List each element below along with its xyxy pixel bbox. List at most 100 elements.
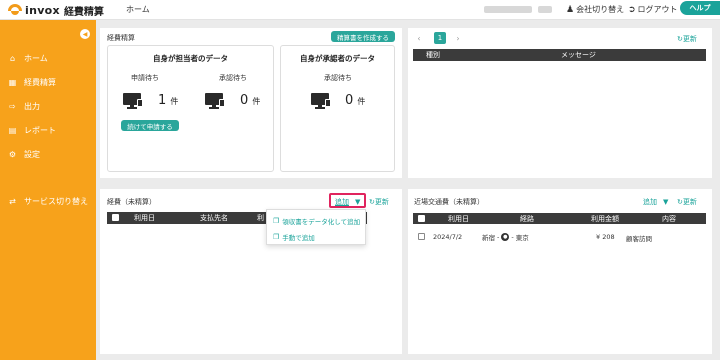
approver-data-card: 自身が承認者のデータ 承認待ち 0 件 bbox=[280, 45, 395, 172]
pending-count[interactable]: 1 件 bbox=[158, 93, 178, 108]
card-title: 自身が担当者のデータ bbox=[153, 54, 228, 63]
approver-approval-count[interactable]: 0 件 bbox=[345, 93, 365, 108]
route-separator: - bbox=[497, 233, 500, 241]
menu-item-label: 手動で追加 bbox=[282, 234, 315, 242]
approval-count-value: 0 bbox=[240, 93, 249, 108]
column-header: 種別 bbox=[426, 51, 440, 59]
sidebar-item-expense[interactable]: ▦ 経費精算 bbox=[8, 75, 56, 89]
logout-label: ログアウト bbox=[637, 5, 678, 14]
approval-count[interactable]: 0 件 bbox=[240, 93, 260, 108]
message-table-header: 種別 メッセージ bbox=[413, 49, 706, 61]
row-date: 2024/7/2 bbox=[433, 233, 463, 241]
route-from: 新宿 bbox=[482, 234, 495, 242]
product-name: 経費精算 bbox=[63, 6, 104, 18]
copy-icon: ❐ bbox=[273, 217, 280, 225]
sidebar-item-label: サービス切り替え bbox=[24, 196, 88, 206]
column-header: 利用日 bbox=[448, 214, 469, 223]
logout-icon: ➲ bbox=[628, 4, 636, 15]
current-page[interactable]: 1 bbox=[434, 32, 446, 44]
panel-title: 経費（未精算） bbox=[107, 198, 156, 206]
column-header: 利用金額 bbox=[591, 214, 619, 223]
approver-approval-count-unit: 件 bbox=[357, 97, 366, 106]
refresh-label: 更新 bbox=[682, 198, 697, 206]
pc-icon bbox=[123, 93, 143, 109]
pending-label: 申請待ち bbox=[131, 74, 159, 82]
sidebar-item-report[interactable]: ▤ レポート bbox=[8, 123, 56, 137]
switch-company-link[interactable]: ♟ 会社切り替え bbox=[566, 4, 624, 15]
row-route: 新宿 - ● - 東京 bbox=[482, 232, 529, 242]
add-menu: ❐ 領収書をデータ化して追加 ❐ 手動で追加 bbox=[266, 209, 366, 245]
row-content: 顧客訪問 bbox=[626, 235, 652, 243]
expense-summary-panel: 経費精算 精算書を作成する 自身が担当者のデータ 申請待ち 承認待ち 1 件 0… bbox=[100, 28, 402, 178]
refresh-label: 更新 bbox=[682, 35, 697, 43]
column-header: メッセージ bbox=[561, 51, 596, 59]
column-header: 利用日 bbox=[134, 214, 155, 222]
top-bar: invox 経費精算 ホーム ♟ 会社切り替え ➲ ログアウト ヘルプ bbox=[0, 0, 720, 20]
menu-item-label: 領収書をデータ化して追加 bbox=[282, 218, 361, 226]
transport-table-header: 利用日 経路 利用金額 内容 bbox=[413, 213, 706, 224]
switch-icon: ⇄ bbox=[9, 196, 16, 206]
pending-count-unit: 件 bbox=[170, 97, 179, 106]
panel-title: 経費精算 bbox=[107, 34, 135, 42]
people-icon: ♟ bbox=[566, 4, 575, 15]
pending-count-value: 1 bbox=[158, 93, 167, 108]
sidebar-item-label: 経費精算 bbox=[24, 77, 56, 87]
approval-label: 承認待ち bbox=[219, 74, 247, 82]
column-header: 支払先名 bbox=[200, 214, 228, 222]
add-label: 追加 bbox=[643, 198, 657, 206]
refresh-button[interactable]: ↻ 更新 bbox=[677, 197, 697, 207]
column-header: 内容 bbox=[662, 214, 676, 223]
unsettled-expense-panel: 経費（未精算） 追加 ▼ ↻ 更新 利用日 支払先名 利 ❐ 領収書をデータ化し… bbox=[100, 189, 402, 354]
gear-icon: ⚙ bbox=[8, 149, 17, 159]
sidebar-item-label: 設定 bbox=[24, 149, 40, 159]
menu-item-add-manual[interactable]: ❐ 手動で追加 bbox=[273, 232, 315, 242]
logout-link[interactable]: ➲ ログアウト bbox=[628, 4, 678, 15]
breadcrumb-home[interactable]: ホーム bbox=[126, 4, 150, 15]
panel-title: 近場交通費（未精算） bbox=[414, 198, 484, 206]
export-icon: ⇨ bbox=[9, 101, 16, 111]
sidebar-item-label: ホーム bbox=[24, 53, 48, 63]
refresh-button[interactable]: ↻ 更新 bbox=[677, 34, 697, 44]
collapse-sidebar-icon[interactable]: ◀ bbox=[80, 29, 90, 39]
row-checkbox[interactable] bbox=[418, 233, 425, 240]
sidebar-item-label: レポート bbox=[24, 125, 56, 135]
menu-item-add-from-receipt[interactable]: ❐ 領収書をデータ化して追加 bbox=[273, 216, 360, 226]
message-panel: ‹ 1 › ↻ 更新 種別 メッセージ bbox=[408, 28, 712, 178]
logo[interactable]: invox 経費精算 bbox=[8, 2, 104, 18]
home-icon: ⌂ bbox=[9, 53, 16, 63]
sidebar: ◀ ⌂ ホーム ▦ 経費精算 ⇨ 出力 ▤ レポート ⚙ 設定 ⇄ サービス切り… bbox=[0, 20, 96, 360]
sidebar-item-export[interactable]: ⇨ 出力 bbox=[8, 99, 40, 113]
card-title: 自身が承認者のデータ bbox=[300, 54, 375, 63]
copy-icon: ❐ bbox=[273, 233, 280, 241]
refresh-button[interactable]: ↻ 更新 bbox=[369, 197, 389, 207]
pc-icon bbox=[205, 93, 225, 109]
approver-approval-count-value: 0 bbox=[345, 93, 354, 108]
sidebar-item-home[interactable]: ⌂ ホーム bbox=[8, 51, 48, 65]
caret-down-icon: ▼ bbox=[663, 198, 669, 206]
pc-icon bbox=[311, 93, 331, 109]
help-button[interactable]: ヘルプ bbox=[680, 1, 720, 15]
document-icon: ▦ bbox=[8, 77, 17, 87]
sidebar-item-label: 出力 bbox=[24, 101, 40, 111]
column-header: 経路 bbox=[520, 214, 534, 223]
transport-expense-panel: 近場交通費（未精算） 追加 ▼ ↻ 更新 利用日 経路 利用金額 内容 2024… bbox=[408, 189, 712, 354]
select-all-checkbox[interactable] bbox=[112, 214, 119, 221]
chart-icon: ▤ bbox=[8, 125, 17, 135]
create-report-button[interactable]: 精算書を作成する bbox=[331, 31, 395, 42]
select-all-checkbox[interactable] bbox=[418, 215, 425, 222]
user-suffix-redacted bbox=[538, 6, 552, 13]
brand-name: invox bbox=[25, 3, 60, 17]
next-page-icon[interactable]: › bbox=[452, 32, 464, 44]
row-amount: ¥ 208 bbox=[596, 233, 615, 241]
sidebar-item-switch-service[interactable]: ⇄ サービス切り替え bbox=[8, 194, 88, 208]
highlight-box bbox=[329, 193, 366, 208]
approval-label: 承認待ち bbox=[324, 74, 352, 82]
add-dropdown[interactable]: 追加 ▼ bbox=[643, 197, 668, 207]
approval-count-unit: 件 bbox=[252, 97, 261, 106]
refresh-label: 更新 bbox=[374, 198, 389, 206]
sidebar-item-settings[interactable]: ⚙ 設定 bbox=[8, 147, 40, 161]
continue-apply-button[interactable]: 続けて申請する bbox=[121, 120, 179, 131]
prev-page-icon[interactable]: ‹ bbox=[413, 32, 425, 44]
logo-icon bbox=[8, 4, 22, 16]
train-icon: ● bbox=[501, 233, 510, 241]
